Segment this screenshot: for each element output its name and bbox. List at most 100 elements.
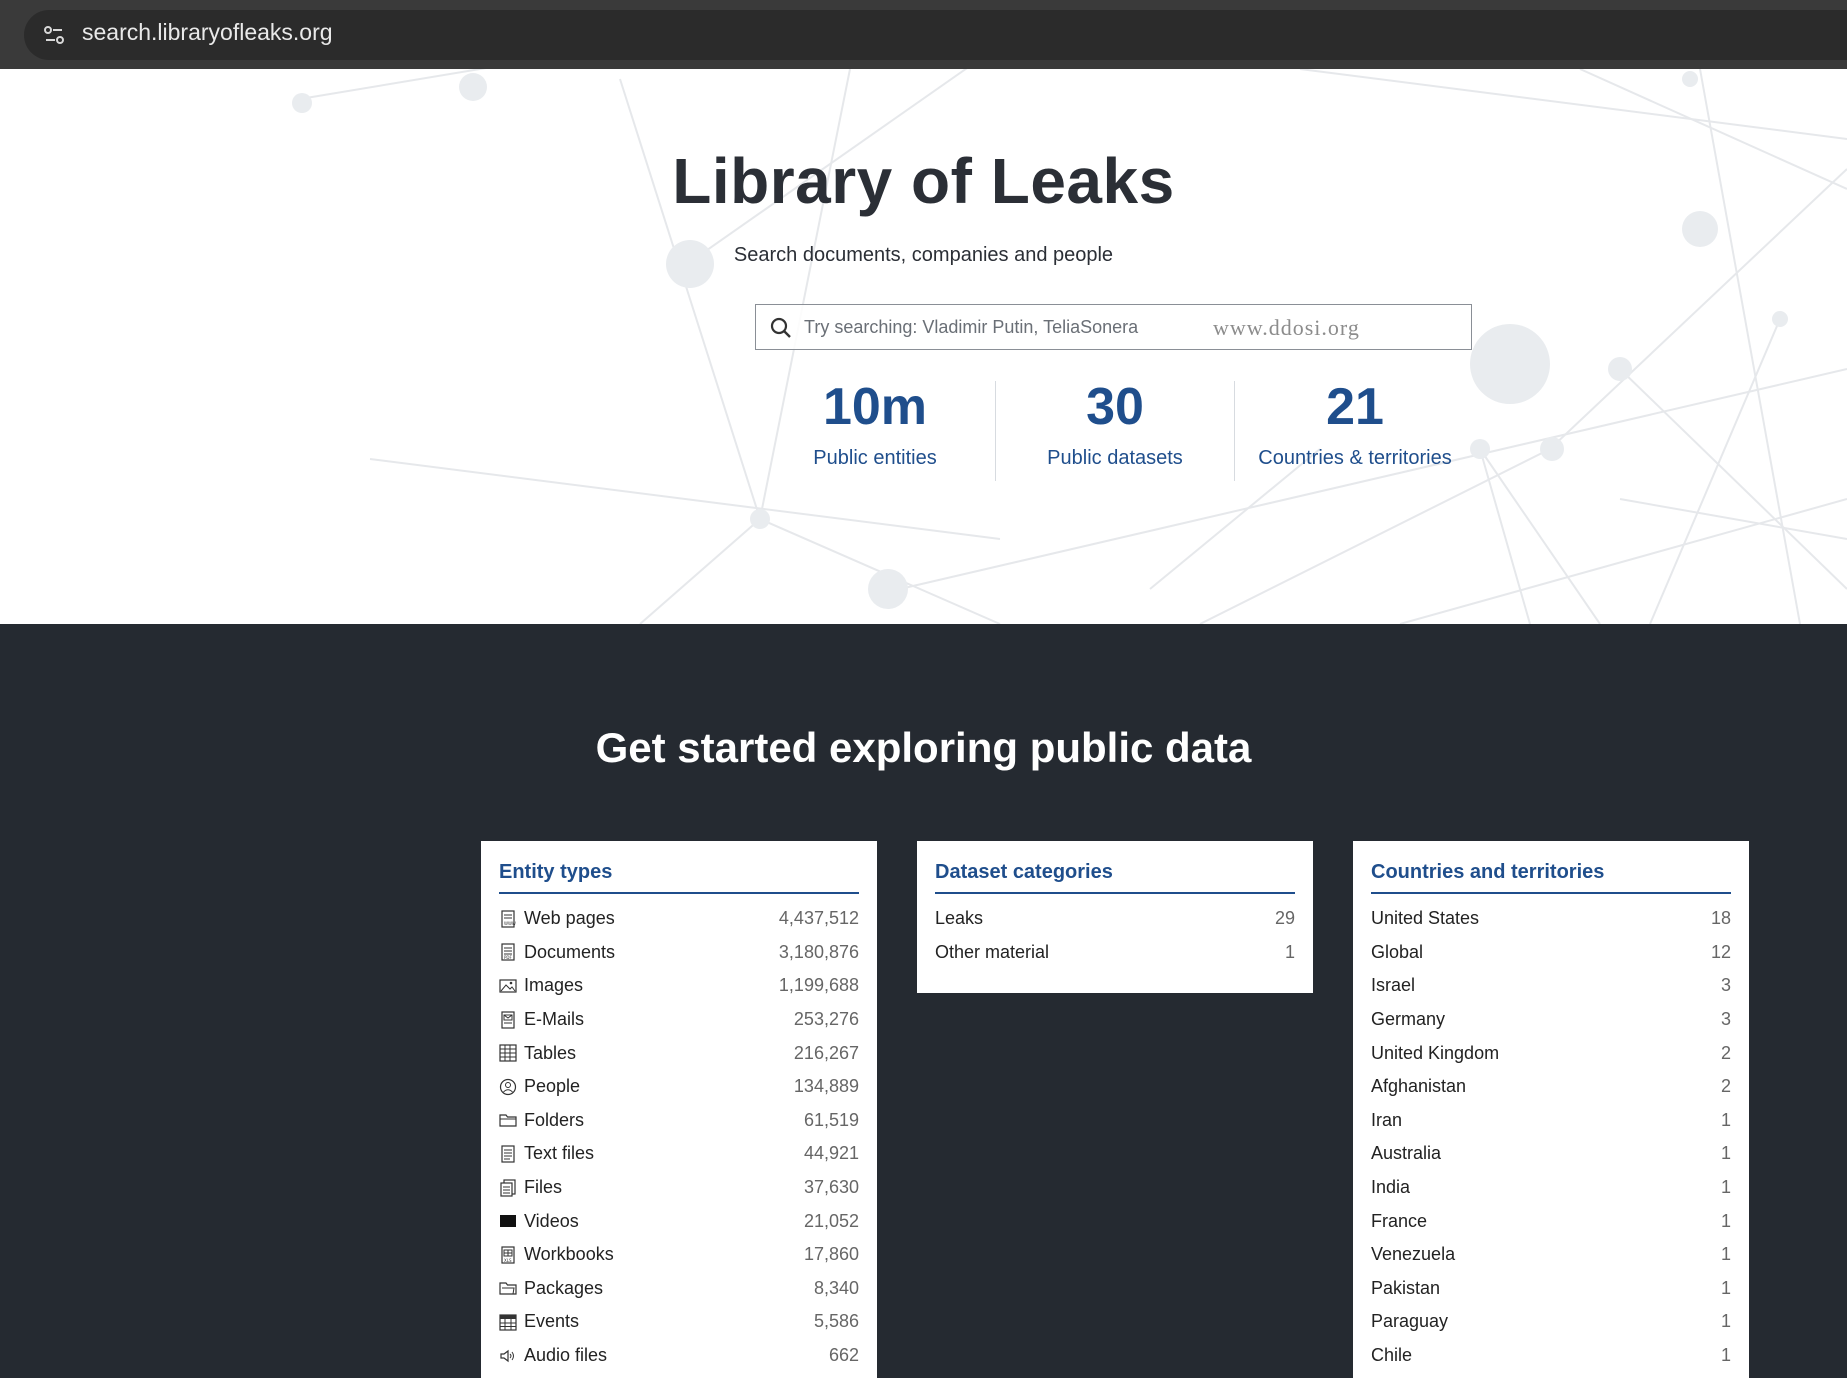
audio-icon: [500, 1349, 514, 1362]
list-item[interactable]: Images 1,199,688: [499, 969, 859, 1003]
item-label: Tables: [524, 1042, 577, 1063]
item-count: 134,889: [793, 1076, 859, 1097]
search-box[interactable]: [755, 304, 1472, 350]
item-label: Venezuela: [1371, 1244, 1456, 1265]
item-label: Leaks: [935, 908, 984, 929]
list-item[interactable]: Audio files 662: [499, 1339, 859, 1373]
stat-divider: [1234, 381, 1235, 481]
card-title: Entity types: [499, 861, 859, 894]
search-icon: [770, 317, 791, 338]
list-item[interactable]: PDF Documents 3,180,876: [499, 936, 859, 970]
item-label: People: [524, 1076, 581, 1097]
explore-title: Get started exploring public data: [595, 724, 1252, 771]
stat-value: 30: [1086, 378, 1144, 436]
card-title: Dataset categories: [935, 861, 1295, 894]
item-count: 253,276: [793, 1009, 859, 1030]
item-label: Global: [1371, 941, 1424, 962]
list-item[interactable]: E-Mails 253,276: [499, 1003, 859, 1037]
item-count: 17,860: [803, 1244, 859, 1265]
item-label: Germany: [1371, 1009, 1446, 1030]
item-count: 29: [1274, 908, 1295, 929]
list-item[interactable]: Folders 61,519: [499, 1104, 859, 1138]
item-count: 216,267: [793, 1042, 859, 1063]
watermark-text: www.ddosi.org: [1213, 315, 1360, 340]
list-item[interactable]: United States 18: [1371, 902, 1731, 936]
item-label: Text files: [524, 1143, 595, 1164]
item-label: India: [1371, 1177, 1411, 1198]
svg-text:WWW: WWW: [504, 921, 516, 926]
item-count: 3,180,876: [778, 941, 859, 962]
files-icon: [500, 1178, 516, 1197]
item-count: 12: [1710, 941, 1731, 962]
item-label: Files: [524, 1177, 563, 1198]
list-item[interactable]: India 1: [1371, 1171, 1731, 1205]
item-label: Australia: [1371, 1143, 1442, 1164]
item-label: Web pages: [524, 908, 615, 929]
stat-label: Public entities: [813, 447, 937, 469]
list-item[interactable]: Germany 3: [1371, 1003, 1731, 1037]
stat-value: 21: [1326, 378, 1384, 436]
list-item[interactable]: WWW Web pages 4,437,512: [499, 902, 859, 936]
item-count: 1: [1720, 1244, 1731, 1265]
list-item[interactable]: Global 12: [1371, 936, 1731, 970]
item-count: 1: [1720, 1143, 1731, 1164]
list-item[interactable]: Australia 1: [1371, 1137, 1731, 1171]
item-count: 1: [1720, 1311, 1731, 1332]
list-item[interactable]: Israel 3: [1371, 969, 1731, 1003]
list-item[interactable]: Paraguay 1: [1371, 1305, 1731, 1339]
item-label: Videos: [524, 1210, 579, 1231]
page-subtitle: Search documents, companies and people: [733, 244, 1114, 266]
text-file-icon: [501, 1145, 515, 1163]
list-item[interactable]: France 1: [1371, 1204, 1731, 1238]
list-item[interactable]: XLS Workbooks 17,860: [499, 1238, 859, 1272]
item-label: Pakistan: [1371, 1277, 1441, 1298]
web-page-icon: WWW: [501, 910, 516, 928]
card-title: Countries and territories: [1371, 861, 1731, 894]
list-item[interactable]: Iran 1: [1371, 1104, 1731, 1138]
calendar-icon: [499, 1314, 517, 1331]
item-label: Chile: [1371, 1345, 1413, 1366]
stat-public-datasets[interactable]: 30 Public datasets: [995, 379, 1235, 470]
item-count: 1: [1720, 1177, 1731, 1198]
item-label: Other material: [935, 941, 1050, 962]
list-item[interactable]: People 134,889: [499, 1070, 859, 1104]
item-count: 1: [1720, 1109, 1731, 1130]
stat-label: Public datasets: [1047, 447, 1183, 469]
list-item[interactable]: United Kingdom 2: [1371, 1036, 1731, 1070]
item-label: United Kingdom: [1371, 1042, 1500, 1063]
list-item[interactable]: Tables 216,267: [499, 1036, 859, 1070]
item-count: 44,921: [803, 1143, 859, 1164]
item-label: Folders: [524, 1109, 585, 1130]
list-item[interactable]: Pakistan 1: [1371, 1272, 1731, 1306]
list-item[interactable]: Videos 21,052: [499, 1204, 859, 1238]
list-item[interactable]: Leaks 29: [935, 902, 1295, 936]
item-count: 1: [1284, 941, 1295, 962]
list-item[interactable]: Text files 44,921: [499, 1137, 859, 1171]
list-item[interactable]: Venezuela 1: [1371, 1238, 1731, 1272]
person-icon: [499, 1078, 517, 1095]
item-label: France: [1371, 1210, 1428, 1231]
item-count: 1: [1720, 1210, 1731, 1231]
image-icon: [499, 979, 517, 993]
item-count: 1: [1720, 1345, 1731, 1366]
url-text[interactable]: search.libraryofleaks.org: [82, 19, 333, 46]
stat-public-entities[interactable]: 10m Public entities: [755, 379, 995, 470]
item-count: 1,199,688: [778, 975, 859, 996]
stat-countries[interactable]: 21 Countries & territories: [1235, 379, 1475, 470]
list-item[interactable]: Chile 1: [1371, 1339, 1731, 1373]
item-count: 18: [1710, 908, 1731, 929]
list-item[interactable]: Other material 1: [935, 936, 1295, 970]
list-item[interactable]: Files 37,630: [499, 1171, 859, 1205]
list-item[interactable]: Packages 8,340: [499, 1272, 859, 1306]
browser-toolbar: search.libraryofleaks.org: [0, 0, 1847, 69]
item-count: 61,519: [803, 1109, 859, 1130]
item-label: United States: [1371, 908, 1480, 929]
item-count: 3: [1720, 1009, 1731, 1030]
item-label: Afghanistan: [1371, 1076, 1467, 1097]
dataset-categories-card: Dataset categories Leaks 29 Other materi…: [917, 841, 1313, 993]
list-item[interactable]: Events 5,586: [499, 1305, 859, 1339]
stat-divider: [995, 381, 996, 481]
item-label: Audio files: [524, 1345, 608, 1366]
list-item[interactable]: Afghanistan 2: [1371, 1070, 1731, 1104]
site-settings-icon[interactable]: [40, 21, 68, 49]
